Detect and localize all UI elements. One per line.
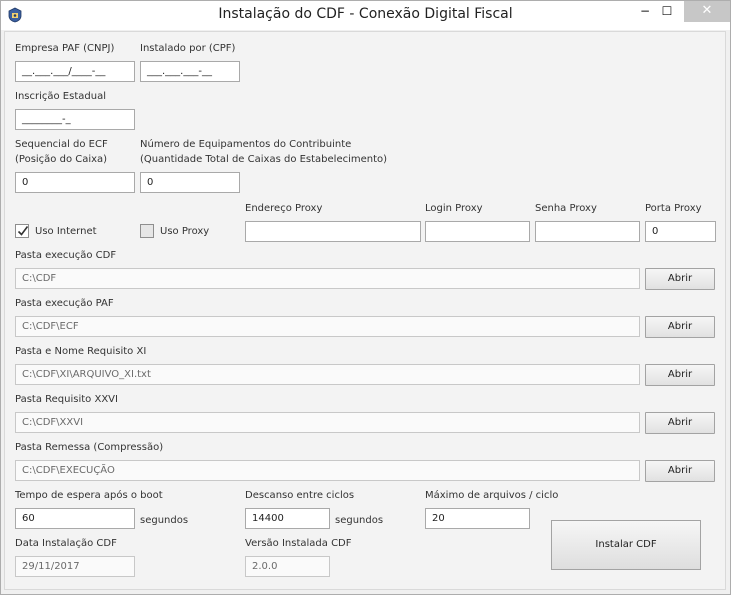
endereco-proxy-input[interactable] xyxy=(245,221,421,242)
instalado-por-label: Instalado por (CPF) xyxy=(140,43,236,54)
abrir-button-paf[interactable]: Abrir xyxy=(645,316,715,338)
empresa-paf-label: Empresa PAF (CNPJ) xyxy=(15,43,115,54)
porta-proxy-input[interactable]: 0 xyxy=(645,221,716,242)
sequencial-label-2: (Posição do Caixa) xyxy=(15,154,108,165)
path-label: Pasta execução CDF xyxy=(15,250,117,261)
close-button[interactable]: ✕ xyxy=(684,1,730,22)
path-input-paf[interactable]: C:\CDF\ECF xyxy=(15,316,640,337)
num-equip-input[interactable]: 0 xyxy=(140,172,240,193)
sequencial-label-1: Sequencial do ECF xyxy=(15,139,108,150)
path-input-cdf[interactable]: C:\CDF xyxy=(15,268,640,289)
path-input-requisito-xi[interactable]: C:\CDF\XI\ARQUIVO_XI.txt xyxy=(15,364,640,385)
path-label: Pasta execução PAF xyxy=(15,298,114,309)
descanso-label: Descanso entre ciclos xyxy=(245,490,355,501)
data-instalacao-label: Data Instalação CDF xyxy=(15,538,117,549)
versao-label: Versão Instalada CDF xyxy=(245,538,352,549)
data-instalacao-input: 29/11/2017 xyxy=(15,556,135,577)
senha-proxy-label: Senha Proxy xyxy=(535,203,597,214)
instalado-por-input[interactable]: ___.___.___-__ xyxy=(140,61,240,82)
tempo-espera-label: Tempo de espera após o boot xyxy=(15,490,163,501)
uso-internet-label: Uso Internet xyxy=(35,226,97,237)
num-equip-label-1: Número de Equipamentos do Contribuinte xyxy=(140,139,352,150)
porta-proxy-label: Porta Proxy xyxy=(645,203,702,214)
path-input-requisito-xxvi[interactable]: C:\CDF\XXVI xyxy=(15,412,640,433)
abrir-button-remessa[interactable]: Abrir xyxy=(645,460,715,482)
tempo-espera-input[interactable]: 60 xyxy=(15,508,135,529)
path-input-remessa[interactable]: C:\CDF\EXECUÇÃO xyxy=(15,460,640,481)
close-icon: ✕ xyxy=(701,3,713,18)
abrir-button-requisito-xi[interactable]: Abrir xyxy=(645,364,715,386)
path-label: Pasta e Nome Requisito XI xyxy=(15,346,147,357)
versao-input: 2.0.0 xyxy=(245,556,330,577)
senha-proxy-input[interactable] xyxy=(535,221,640,242)
max-arquivos-input[interactable]: 20 xyxy=(425,508,530,529)
empresa-paf-input[interactable]: __.___.___/____-__ xyxy=(15,61,135,82)
installer-window: Instalação do CDF - Conexão Digital Fisc… xyxy=(0,0,731,595)
abrir-button-cdf[interactable]: Abrir xyxy=(645,268,715,290)
inscricao-label: Inscrição Estadual xyxy=(15,91,106,102)
instalar-cdf-button[interactable]: Instalar CDF xyxy=(551,520,701,570)
title-bar[interactable]: Instalação do CDF - Conexão Digital Fisc… xyxy=(1,1,730,30)
abrir-button-requisito-xxvi[interactable]: Abrir xyxy=(645,412,715,434)
uso-proxy-label: Uso Proxy xyxy=(160,226,210,237)
path-label: Pasta Requisito XXVI xyxy=(15,394,118,405)
window-title: Instalação do CDF - Conexão Digital Fisc… xyxy=(218,6,513,22)
descanso-unit: segundos xyxy=(335,515,384,526)
login-proxy-input[interactable] xyxy=(425,221,530,242)
login-proxy-label: Login Proxy xyxy=(425,203,483,214)
checkmark-icon xyxy=(17,226,29,236)
num-equip-label-2: (Quantidade Total de Caixas do Estabelec… xyxy=(140,154,388,165)
maximize-button[interactable]: ☐ xyxy=(646,1,688,22)
endereco-proxy-label: Endereço Proxy xyxy=(245,203,323,214)
uso-internet-checkbox[interactable] xyxy=(15,224,29,238)
uso-proxy-checkbox[interactable] xyxy=(140,224,154,238)
path-label: Pasta Remessa (Compressão) xyxy=(15,442,164,453)
form-panel: Empresa PAF (CNPJ) __.___.___/____-__ In… xyxy=(4,31,726,590)
descanso-input[interactable]: 14400 xyxy=(245,508,330,529)
inscricao-input[interactable]: ________-_ xyxy=(15,109,135,130)
tempo-espera-unit: segundos xyxy=(140,515,189,526)
maximize-icon: ☐ xyxy=(661,4,673,18)
sequencial-input[interactable]: 0 xyxy=(15,172,135,193)
max-arquivos-label: Máximo de arquivos / ciclo xyxy=(425,490,559,501)
